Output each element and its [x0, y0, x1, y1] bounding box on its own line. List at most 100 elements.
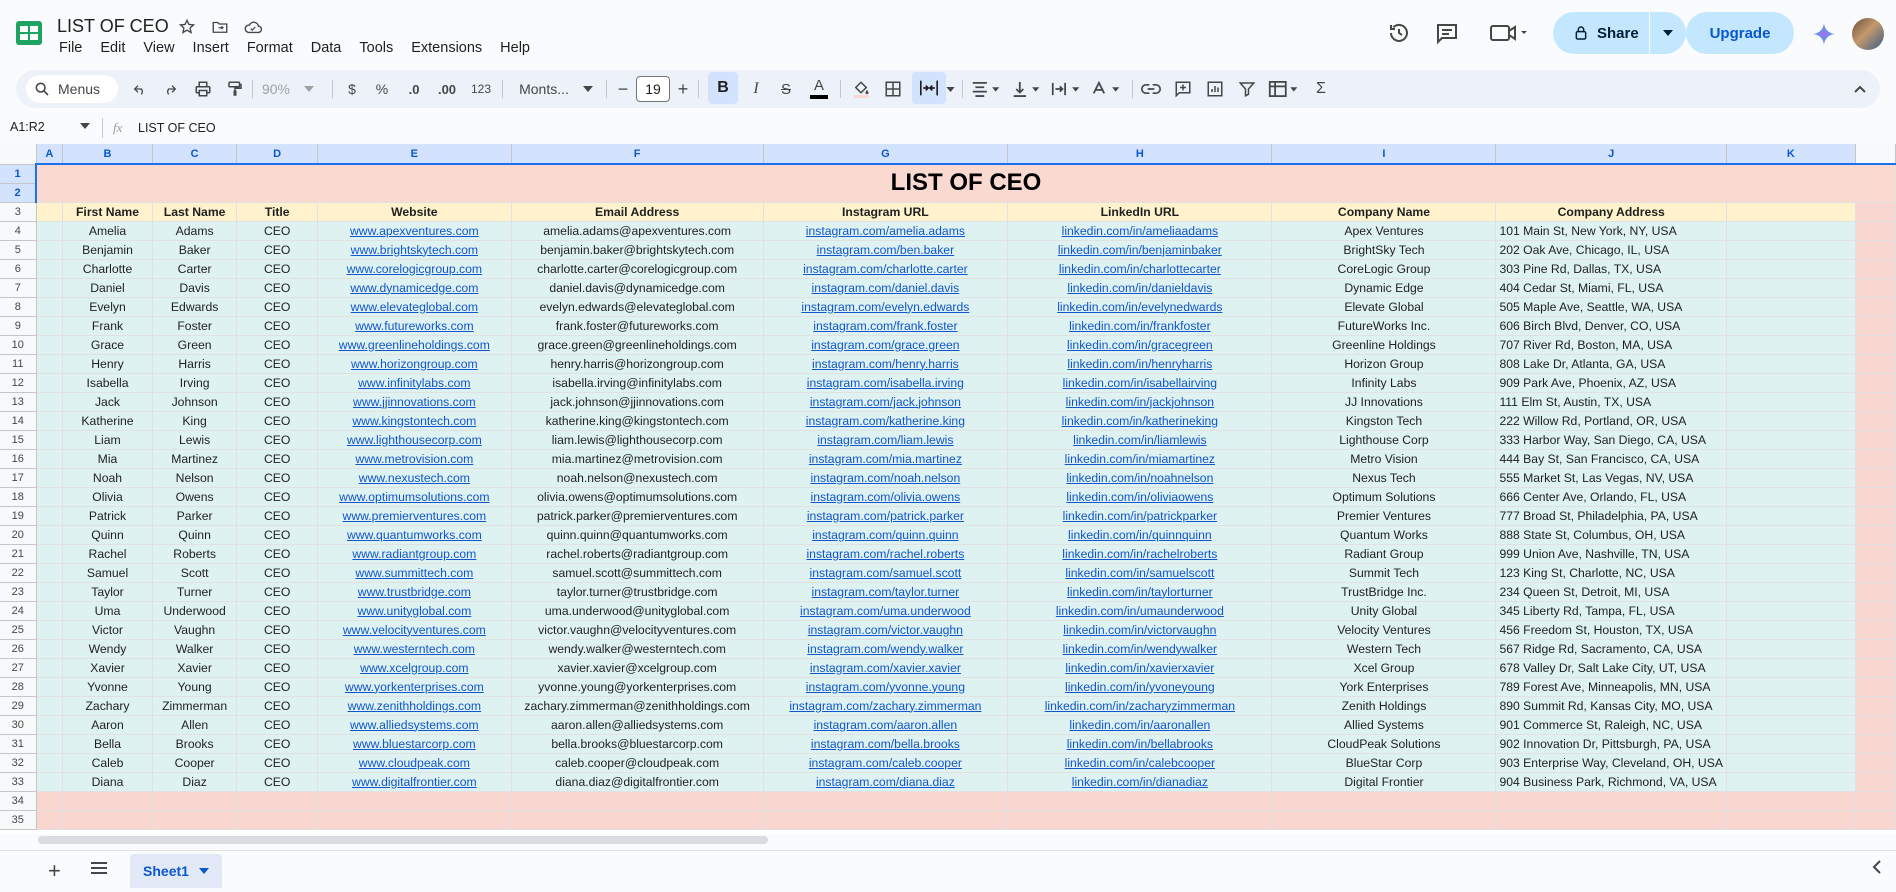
cell[interactable] — [511, 810, 764, 830]
cell[interactable]: linkedin.com/in/aaronallen — [1007, 715, 1273, 735]
cell-link[interactable]: linkedin.com/in/benjaminbaker — [1058, 243, 1222, 257]
cell[interactable]: bella.brooks@bluestarcorp.com — [511, 734, 764, 754]
cell[interactable]: Underwood — [152, 601, 238, 621]
cell[interactable]: CEO — [236, 734, 318, 754]
cell[interactable]: Dynamic Edge — [1271, 278, 1497, 298]
cell[interactable] — [1726, 544, 1856, 564]
cell[interactable]: www.dynamicedge.com — [317, 278, 512, 298]
cell[interactable]: www.nexustech.com — [317, 468, 512, 488]
cell[interactable] — [1726, 240, 1856, 260]
cell-table[interactable]: A B C D E F G H I J K 1 LIST OF CEO 2 3 First Name Last … — [0, 144, 1896, 830]
cell[interactable]: Nexus Tech — [1271, 468, 1497, 488]
cell[interactable] — [1726, 525, 1856, 545]
insert-chart-icon[interactable] — [1202, 70, 1228, 108]
cell-link[interactable]: linkedin.com/in/jackjohnson — [1066, 395, 1214, 409]
column-header-g[interactable]: G — [763, 144, 1009, 165]
cell[interactable]: King — [152, 411, 238, 431]
column-header-d[interactable]: D — [236, 144, 318, 165]
header-cell[interactable]: First Name — [62, 202, 153, 222]
text-wrapping-icon[interactable] — [1048, 70, 1084, 108]
row-header[interactable]: 25 — [0, 620, 37, 640]
cell[interactable] — [1726, 449, 1856, 469]
cell[interactable] — [1726, 810, 1856, 830]
cell[interactable]: charlotte.carter@corelogicgroup.com — [511, 259, 764, 279]
cell[interactable]: linkedin.com/in/samuelscott — [1007, 563, 1273, 583]
cell[interactable]: linkedin.com/in/taylorturner — [1007, 582, 1273, 602]
cell[interactable]: www.metrovision.com — [317, 449, 512, 469]
cell-link[interactable]: instagram.com/xavier.xavier — [810, 661, 961, 675]
cell[interactable]: Carter — [152, 259, 238, 279]
cell[interactable]: linkedin.com/in/wendywalker — [1007, 639, 1273, 659]
cell-link[interactable]: linkedin.com/in/taylorturner — [1067, 585, 1213, 599]
cell-link[interactable]: instagram.com/uma.underwood — [800, 604, 971, 618]
cell[interactable]: CEO — [236, 335, 318, 355]
cell[interactable]: Green — [152, 335, 238, 355]
row-header[interactable]: 30 — [0, 715, 37, 735]
cell[interactable] — [36, 392, 64, 412]
cell[interactable]: Quinn — [152, 525, 238, 545]
cell[interactable] — [1855, 392, 1896, 412]
horizontal-align-icon[interactable] — [968, 70, 1004, 108]
bold-button[interactable]: B — [708, 72, 738, 104]
cell[interactable] — [1726, 639, 1856, 659]
cell[interactable]: Lewis — [152, 430, 238, 450]
cell-link[interactable]: www.dynamicedge.com — [350, 281, 478, 295]
undo-icon[interactable] — [128, 70, 152, 108]
cell[interactable]: CEO — [236, 525, 318, 545]
cell[interactable] — [1855, 449, 1896, 469]
cloud-status-icon[interactable] — [242, 16, 264, 38]
menu-view[interactable]: View — [134, 40, 183, 56]
cell-link[interactable]: linkedin.com/in/samuelscott — [1065, 566, 1214, 580]
italic-button[interactable]: I — [744, 70, 768, 108]
row-header[interactable]: 11 — [0, 354, 37, 374]
cell[interactable]: www.yorkenterprises.com — [317, 677, 512, 697]
cell[interactable] — [1726, 354, 1856, 374]
cell-link[interactable]: www.premierventures.com — [343, 509, 487, 523]
cell[interactable]: Taylor — [62, 582, 153, 602]
cell[interactable]: Evelyn — [62, 297, 153, 317]
cell[interactable]: Adams — [152, 221, 238, 241]
cell-link[interactable]: linkedin.com/in/danieldavis — [1067, 281, 1212, 295]
cell[interactable]: Grace — [62, 335, 153, 355]
cell[interactable] — [1855, 715, 1896, 735]
cell[interactable]: mia.martinez@metrovision.com — [511, 449, 764, 469]
cell[interactable]: diana.diaz@digitalfrontier.com — [511, 772, 764, 792]
cell[interactable]: www.lighthousecorp.com — [317, 430, 512, 450]
cell[interactable]: linkedin.com/in/liamlewis — [1007, 430, 1273, 450]
cell[interactable] — [36, 658, 64, 678]
cell[interactable]: quinn.quinn@quantumworks.com — [511, 525, 764, 545]
cell-link[interactable]: www.summittech.com — [355, 566, 473, 580]
cell[interactable]: xavier.xavier@xcelgroup.com — [511, 658, 764, 678]
cell[interactable] — [36, 373, 64, 393]
cell[interactable]: frank.foster@futureworks.com — [511, 316, 764, 336]
cell[interactable] — [1726, 658, 1856, 678]
cell[interactable]: 567 Ridge Rd, Sacramento, CA, USA — [1495, 639, 1727, 659]
cell[interactable] — [1271, 791, 1497, 811]
cell[interactable] — [1855, 278, 1896, 298]
cell[interactable]: Horizon Group — [1271, 354, 1497, 374]
cell[interactable] — [36, 677, 64, 697]
cell[interactable]: instagram.com/mia.martinez — [763, 449, 1009, 469]
cell[interactable] — [36, 772, 64, 792]
cell[interactable]: www.velocityventures.com — [317, 620, 512, 640]
cell[interactable]: linkedin.com/in/danieldavis — [1007, 278, 1273, 298]
cell[interactable] — [1726, 487, 1856, 507]
paint-format-icon[interactable] — [222, 70, 248, 108]
cell[interactable]: Noah — [62, 468, 153, 488]
cell[interactable]: linkedin.com/in/yvoneyoung — [1007, 677, 1273, 697]
currency-format-button[interactable]: $ — [342, 70, 362, 108]
search-menus-input[interactable]: Menus — [26, 75, 118, 103]
cell[interactable]: Velocity Ventures — [1271, 620, 1497, 640]
cell[interactable]: Wendy — [62, 639, 153, 659]
cell[interactable]: instagram.com/patrick.parker — [763, 506, 1009, 526]
cell[interactable]: evelyn.edwards@elevateglobal.com — [511, 297, 764, 317]
cell[interactable] — [1726, 392, 1856, 412]
cell[interactable]: www.unityglobal.com — [317, 601, 512, 621]
cell[interactable] — [1726, 791, 1856, 811]
cell[interactable] — [317, 810, 512, 830]
cell[interactable]: CEO — [236, 506, 318, 526]
cell[interactable]: www.infinitylabs.com — [317, 373, 512, 393]
cell[interactable]: 202 Oak Ave, Chicago, IL, USA — [1495, 240, 1727, 260]
cell[interactable]: instagram.com/quinn.quinn — [763, 525, 1009, 545]
cell[interactable]: instagram.com/henry.harris — [763, 354, 1009, 374]
